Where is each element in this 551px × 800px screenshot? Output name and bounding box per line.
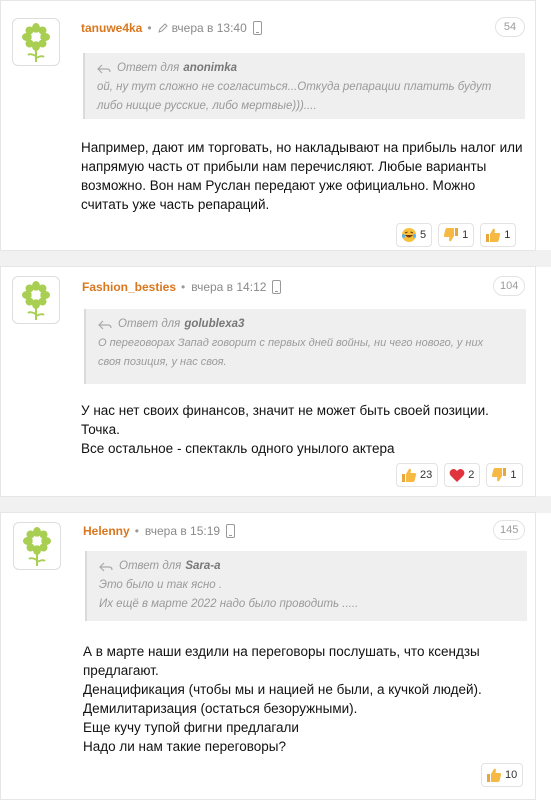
reaction-count: 2 <box>468 469 475 481</box>
quote-block: Ответ для anonimka ой, ну тут сложно не … <box>83 53 525 119</box>
comment-body: А в марте наши ездили на переговоры посл… <box>83 642 482 756</box>
reply-username[interactable]: anonimka <box>183 59 237 78</box>
flower-icon <box>23 527 51 566</box>
comment-card: tanuwe4ka • вчера в 13:40 54 Ответ для a… <box>0 0 536 251</box>
edited-icon <box>157 23 168 33</box>
comment-header: tanuwe4ka • вчера в 13:40 <box>81 21 262 35</box>
comment-card: Fashion_besties • вчера в 14:12 104 Отве… <box>0 266 536 497</box>
body-line: возможно. Вон нам Руслан передают уже оф… <box>81 178 476 193</box>
username[interactable]: Helenny <box>83 524 130 538</box>
comment-card: Helenny • вчера в 15:19 145 Ответ для Sa… <box>0 512 536 800</box>
reply-label: Ответ для <box>119 560 182 572</box>
reaction-thumbs-up[interactable]: 10 <box>481 763 524 787</box>
body-line: предлагают. <box>83 663 159 678</box>
separator-dot: • <box>134 524 139 538</box>
quote-line: либо нищие русские, либо мертвые))).... <box>97 100 317 112</box>
body-line: считать уже часть репараций. <box>81 197 270 212</box>
quote-block: Ответ для golublexa3 О переговорах Запад… <box>84 309 526 384</box>
card-separator <box>0 496 551 513</box>
reply-to: Ответ для Sara-a <box>99 557 517 576</box>
comment-body: Например, дают им торговать, но накладыв… <box>81 138 523 214</box>
comment-number: 145 <box>493 520 526 540</box>
quote-line: своя позиция, у нас своя. <box>98 356 227 368</box>
flower-icon <box>22 23 50 62</box>
body-line: Еще кучу тупой фигни предлагали <box>83 720 299 735</box>
thumbs-up-icon <box>486 767 502 783</box>
username[interactable]: Fashion_besties <box>82 280 176 294</box>
thumbs-down-icon <box>443 227 459 243</box>
thumbs-up-icon <box>485 227 501 243</box>
body-line: У нас нет своих финансов, значит не може… <box>81 403 489 418</box>
heart-icon <box>449 468 465 483</box>
quote-line: Это было и так ясно . <box>99 579 223 591</box>
laugh-emoji-icon <box>401 227 417 243</box>
avatar[interactable] <box>12 18 60 66</box>
reaction-count: 1 <box>462 229 469 241</box>
thumbs-down-icon <box>491 467 507 483</box>
reply-arrow-icon <box>97 64 111 74</box>
body-line: Демилитаризация (остаться безоружными). <box>83 701 358 716</box>
reaction-count: 10 <box>505 769 518 781</box>
reaction-laugh[interactable]: 5 <box>396 223 433 247</box>
separator-dot: • <box>181 280 186 294</box>
reaction-thumbs-down[interactable]: 1 <box>486 463 523 487</box>
comment-number: 104 <box>493 276 526 296</box>
mobile-icon <box>272 280 282 294</box>
reply-label: Ответ для <box>118 318 181 330</box>
comment-header: Helenny • вчера в 15:19 <box>83 524 236 538</box>
mobile-icon <box>226 524 236 538</box>
comment-header: Fashion_besties • вчера в 14:12 <box>82 280 282 294</box>
avatar[interactable] <box>12 276 60 324</box>
avatar[interactable] <box>13 522 61 570</box>
username[interactable]: tanuwe4ka <box>81 21 142 35</box>
reaction-count: 1 <box>504 229 511 241</box>
thumbs-up-icon <box>401 467 417 483</box>
body-line: напрямую часть от прибыли нам перечисляю… <box>81 159 487 174</box>
flower-icon <box>22 281 50 320</box>
reaction-thumbs-up[interactable]: 1 <box>480 223 517 247</box>
reply-label: Ответ для <box>117 62 180 74</box>
reply-to: Ответ для golublexa3 <box>98 315 516 334</box>
reply-arrow-icon <box>99 562 113 572</box>
timestamp[interactable]: вчера в 13:40 <box>172 21 247 35</box>
comment-body: У нас нет своих финансов, значит не може… <box>81 401 489 458</box>
timestamp[interactable]: вчера в 14:12 <box>191 280 266 294</box>
body-line: Все остальное - спектакль одного унылого… <box>81 441 395 456</box>
quote-line: Их ещё в марте 2022 надо было проводить … <box>99 598 359 610</box>
reaction-heart[interactable]: 2 <box>444 463 481 487</box>
body-line: Точка. <box>81 422 120 437</box>
reactions-bar: 10 <box>481 763 524 787</box>
separator-dot: • <box>147 21 152 35</box>
reply-arrow-icon <box>98 320 112 330</box>
reaction-count: 23 <box>420 469 433 481</box>
quote-line: ой, ну тут сложно не согласиться...Откуд… <box>97 81 492 93</box>
mobile-icon <box>252 21 262 35</box>
body-line: Денацификация (чтобы мы и нацией не были… <box>83 682 482 697</box>
reaction-count: 5 <box>420 229 427 241</box>
reply-to: Ответ для anonimka <box>97 59 515 78</box>
reaction-count: 1 <box>510 469 517 481</box>
reply-username[interactable]: golublexa3 <box>184 315 244 334</box>
body-line: Надо ли нам такие переговоры? <box>83 739 287 754</box>
comment-number: 54 <box>495 17 525 37</box>
body-line: Например, дают им торговать, но накладыв… <box>81 140 523 155</box>
reaction-thumbs-down[interactable]: 1 <box>438 223 475 247</box>
timestamp[interactable]: вчера в 15:19 <box>145 524 220 538</box>
reply-username[interactable]: Sara-a <box>185 557 220 576</box>
body-line: А в марте наши ездили на переговоры посл… <box>83 644 480 659</box>
reactions-bar: 5 1 1 <box>396 223 517 247</box>
reaction-thumbs-up[interactable]: 23 <box>396 463 439 487</box>
reactions-bar: 23 2 1 <box>396 463 523 487</box>
quote-line: О переговорах Запад говорит с первых дне… <box>98 337 484 349</box>
card-separator <box>0 250 551 267</box>
quote-block: Ответ для Sara-a Это было и так ясно . И… <box>85 551 527 621</box>
